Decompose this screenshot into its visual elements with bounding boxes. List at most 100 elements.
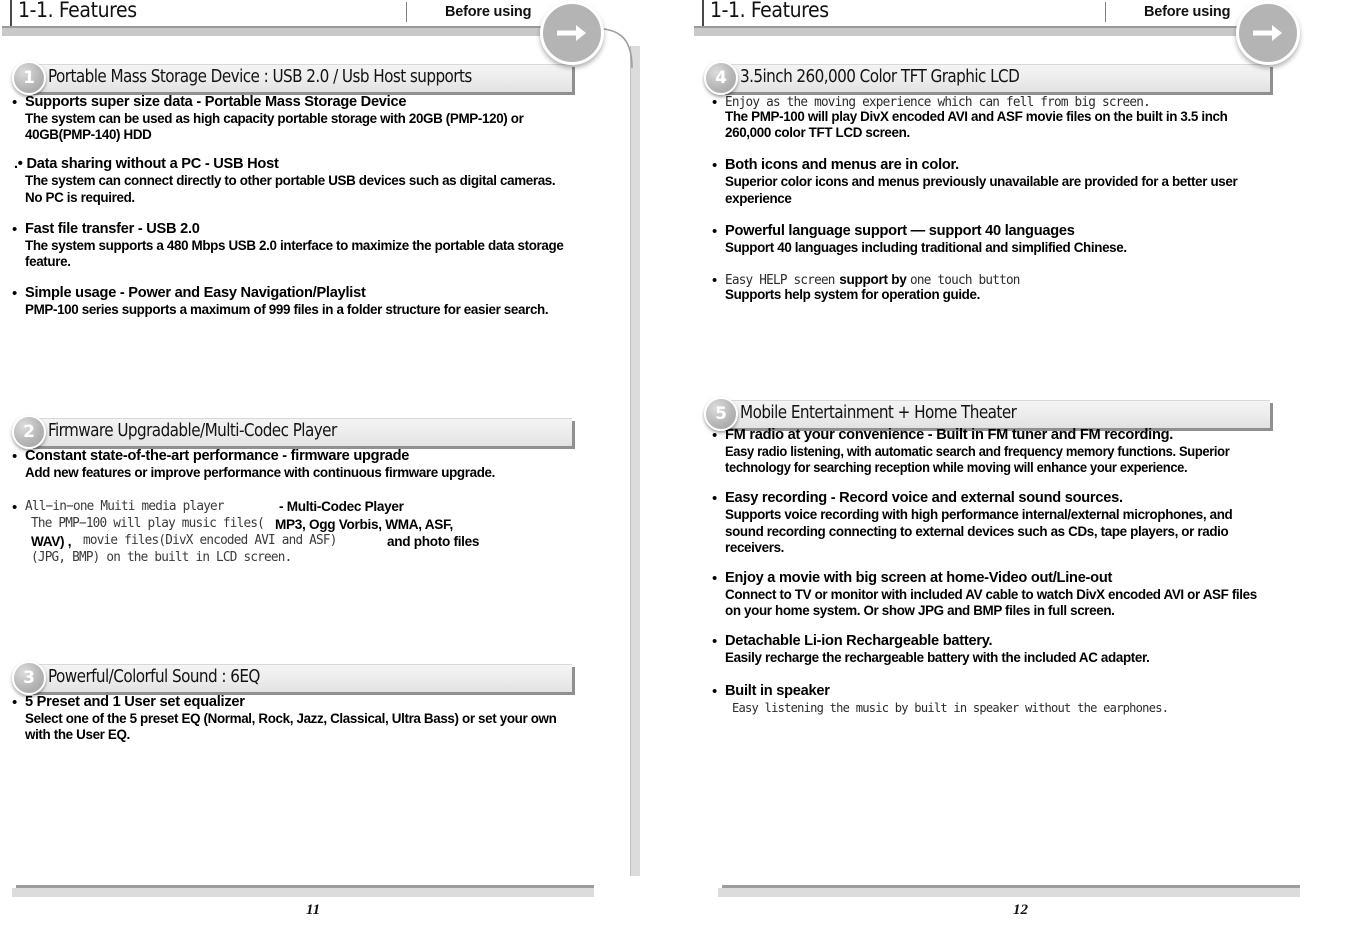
bullet-heading-thin: Enjoy as the moving experience which can…	[725, 94, 1268, 111]
bullet-body: Easily recharge the rechargeable battery…	[725, 650, 1150, 666]
footer-band	[718, 888, 1300, 897]
overlap-bold-line-2: MP3, Ogg Vorbis, WMA, ASF,	[275, 517, 453, 533]
overlap-bold-suffix-3: and photo files	[387, 534, 480, 550]
header-subtitle: Before using	[1144, 4, 1231, 20]
bullet-dot-icon: •	[712, 222, 718, 240]
overlap-bold-line-3: WAV) ,	[31, 534, 72, 550]
overlap-thin-line-1: All−in−one Muiti media player	[25, 499, 225, 515]
section-2-number-badge: 2	[12, 415, 46, 449]
left-page: 1-1. Features Before using 1 Portable Ma…	[0, 0, 680, 931]
bullet-body-thin-text: Easy listening the music by built in spe…	[732, 699, 1169, 715]
section-2: 2 Firmware Upgradable/Multi-Codec Player…	[12, 415, 572, 565]
bullet-body: The system can connect directly to other…	[25, 173, 556, 205]
list-item: • Supports super size data - Portable Ma…	[12, 94, 572, 143]
bullet-dot-icon: •	[12, 694, 18, 711]
bullet-heading-thin-text: Enjoy as the moving experience which can…	[725, 95, 1151, 110]
section-1-header: 1 Portable Mass Storage Device : USB 2.0…	[12, 61, 572, 95]
section-1-number-badge: 1	[12, 61, 46, 95]
arrow-right-icon[interactable]	[540, 1, 604, 65]
spread-divider	[630, 46, 640, 876]
header-subtitle: Before using	[445, 4, 532, 20]
bullet-body: Supports help system for operation guide…	[725, 287, 980, 303]
section-2-bullets: • Constant state-of-the-art performance …	[12, 448, 572, 582]
header-left-rule	[10, 0, 12, 28]
list-item: • Constant state-of-the-art performance …	[12, 448, 572, 481]
header-left-rule	[702, 0, 704, 28]
list-item-overlap: • All−in−one Muiti media player - Multi-…	[12, 497, 572, 569]
bullet-dot-icon: •	[712, 157, 718, 175]
bullet-body: Superior color icons and menus previousl…	[725, 174, 1238, 206]
section-3-number-badge: 3	[12, 661, 46, 695]
bullet-dot-icon: •	[12, 220, 18, 238]
overlap-bold-suffix-1: - Multi-Codec Player	[279, 499, 404, 515]
bullet-heading: Powerful language support — support 40 l…	[725, 222, 1075, 239]
footer-band	[12, 888, 594, 897]
bullet-dot-icon: •	[712, 94, 718, 111]
list-item: • Easy HELP screen support by one touch bu…	[712, 272, 1268, 303]
bullet-body: The PMP-100 will play DivX encoded AVI a…	[725, 109, 1228, 141]
right-page: 1-1. Features Before using 4 3.5inch 260…	[680, 0, 1353, 931]
bullet-dot-icon: •	[712, 633, 718, 651]
bullet-dot-icon: •	[712, 682, 718, 700]
page-title: 1-1. Features	[710, 0, 829, 22]
bullet-heading: Easy recording - Record voice and extern…	[725, 490, 1123, 507]
overlap-thin-line-3: movie files(DivX encoded AVI and ASF)	[83, 533, 337, 549]
section-3-bullets: • 5 Preset and 1 User set equalizer Sele…	[12, 694, 572, 756]
bullet-dot-icon: •	[712, 490, 718, 508]
bullet-dot-icon: •	[712, 570, 718, 588]
bullet-heading: Built in speaker	[725, 682, 830, 699]
list-item: • Easy recording - Record voice and exte…	[712, 490, 1268, 556]
section-4-header: 4 3.5inch 260,000 Color TFT Graphic LCD	[704, 61, 1274, 95]
bullet-body: Easy radio listening, with automatic sea…	[725, 444, 1230, 476]
bullet-heading: .• Data sharing without a PC - USB Host	[14, 156, 279, 173]
mixed-thin-part-1: Easy HELP screen	[725, 273, 835, 289]
bullet-body: The system can be used as high capacity …	[25, 111, 524, 143]
bullet-dot-icon: •	[12, 499, 18, 517]
section-5-bullets: • FM radio at your convenience - Built i…	[712, 427, 1268, 729]
bullet-dot-icon: •	[712, 272, 718, 290]
list-item: • Detachable Li-ion Rechargeable battery…	[712, 633, 1268, 666]
bullet-heading: Fast file transfer - USB 2.0	[25, 220, 200, 237]
header-separator-tick	[1105, 2, 1106, 22]
bullet-heading: FM radio at your convenience - Built in …	[725, 427, 1174, 443]
bullet-body: Select one of the 5 preset EQ (Normal, R…	[25, 711, 557, 743]
section-5-number-badge: 5	[704, 397, 738, 431]
list-item: • Enjoy as the moving experience which c…	[712, 94, 1268, 141]
bullet-heading: Simple usage - Power and Easy Navigation…	[25, 285, 366, 302]
section-3: 3 Powerful/Colorful Sound : 6EQ • 5 Pres…	[12, 661, 572, 742]
overlap-thin-line-4: (JPG, BMP) on the built in LCD screen.	[31, 550, 292, 566]
section-1-title: Portable Mass Storage Device : USB 2.0 /…	[48, 66, 472, 87]
page-spread: 1-1. Features Before using 1 Portable Ma…	[0, 0, 1353, 931]
bullet-dot-icon: •	[12, 448, 18, 465]
bullet-body: Connect to TV or monitor with included A…	[725, 587, 1257, 619]
bullet-dot-icon: •	[12, 285, 18, 303]
section-5: 5 Mobile Entertainment + Home Theater • …	[704, 397, 1274, 715]
section-4-title: 3.5inch 260,000 Color TFT Graphic LCD	[740, 66, 1020, 87]
list-item: • Built in speaker Easy listening the mu…	[712, 683, 1268, 716]
bullet-body: Supports voice recording with high perfo…	[725, 507, 1233, 555]
overlap-thin-line-2: The PMP−100 will play music files(	[31, 516, 265, 532]
list-item: • FM radio at your convenience - Built i…	[712, 427, 1268, 476]
list-item: • Both icons and menus are in color. Sup…	[712, 157, 1268, 206]
header-rule-band	[2, 28, 580, 36]
header-rule-band	[694, 28, 1268, 36]
page-number: 12	[1013, 902, 1028, 918]
page-number: 11	[306, 902, 321, 918]
section-2-header: 2 Firmware Upgradable/Multi-Codec Player	[12, 415, 572, 449]
bullet-body: Support 40 languages including tradition…	[725, 239, 1127, 255]
section-3-title: Powerful/Colorful Sound : 6EQ	[48, 666, 260, 687]
page-title: 1-1. Features	[18, 0, 137, 22]
overlapping-text-block: All−in−one Muiti media player - Multi-Co…	[25, 497, 572, 569]
mixed-bold-part: support by	[839, 272, 907, 288]
section-3-header: 3 Powerful/Colorful Sound : 6EQ	[12, 661, 572, 695]
bullet-heading: Supports super size data - Portable Mass…	[25, 94, 407, 110]
bullet-body: PMP-100 series supports a maximum of 999…	[25, 302, 549, 318]
section-4-bullets: • Enjoy as the moving experience which c…	[712, 94, 1268, 316]
mixed-thin-part-2: one touch button	[910, 273, 1021, 289]
bullet-body-thin: Easy listening the music by built in spe…	[732, 700, 1268, 716]
list-item: .• Data sharing without a PC - USB Host …	[12, 156, 572, 205]
arrow-right-icon[interactable]	[1236, 1, 1300, 65]
list-item: • Simple usage - Power and Easy Navigati…	[12, 285, 572, 318]
header-separator-tick	[406, 2, 407, 22]
section-1-bullets: • Supports super size data - Portable Ma…	[12, 94, 572, 331]
